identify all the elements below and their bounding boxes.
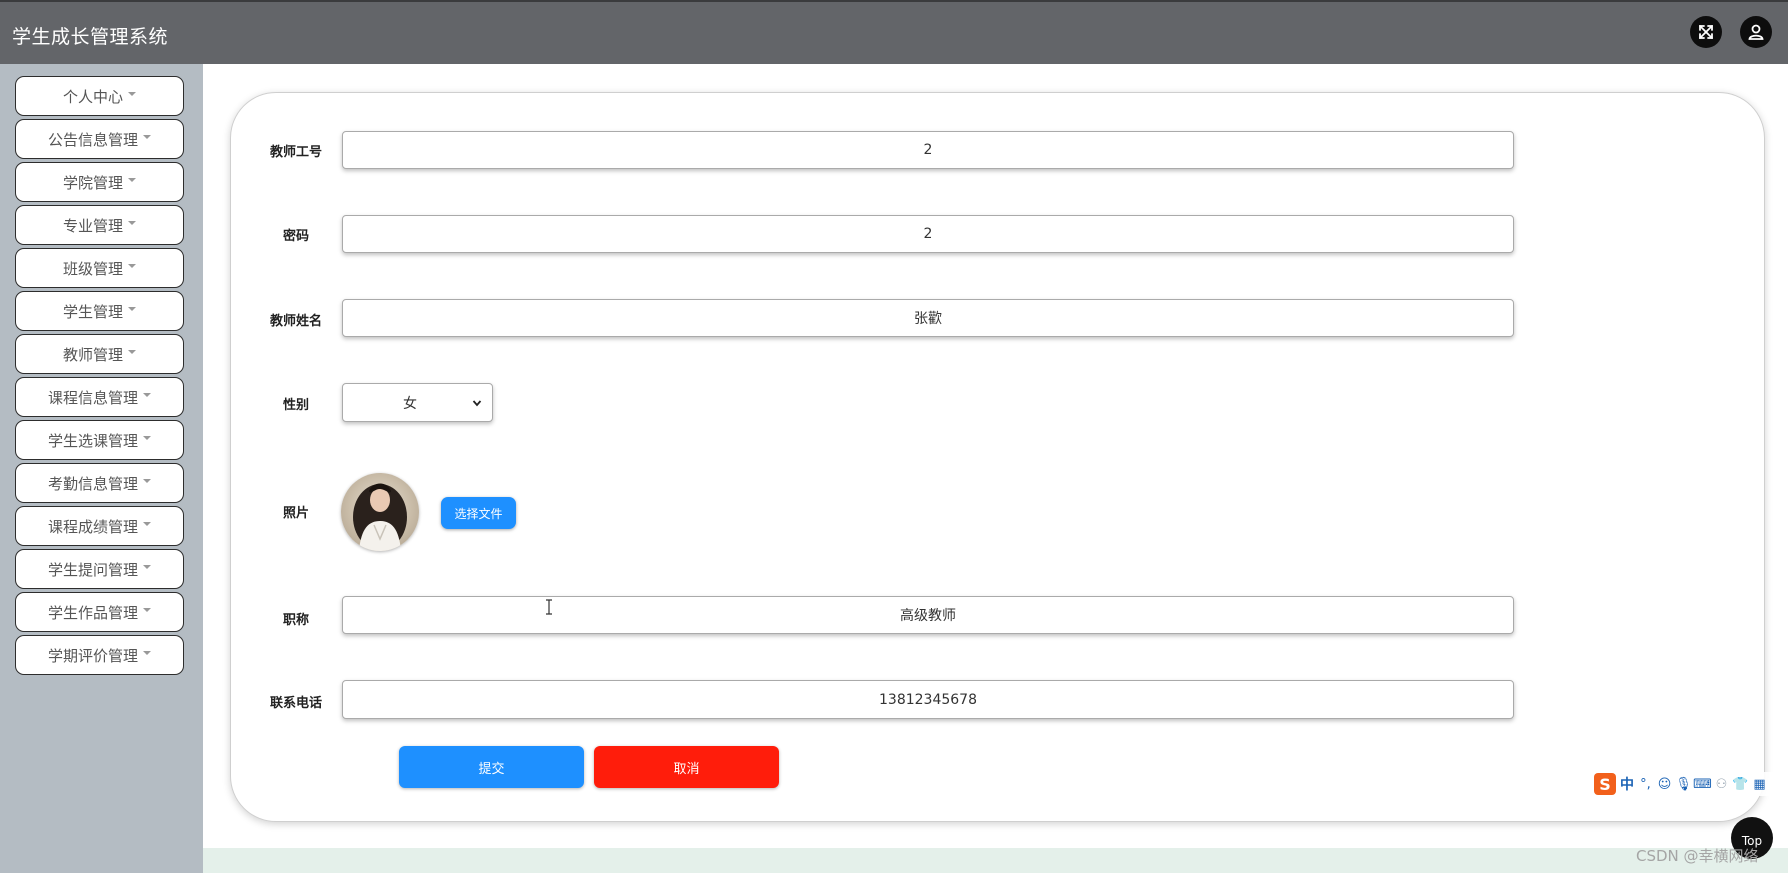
sidebar-item-label: 学期评价管理	[47, 646, 138, 665]
app-title: 学生成长管理系统	[12, 26, 169, 48]
sidebar-item-label: 学生管理	[62, 302, 123, 321]
ime-language-toggle[interactable]: 中	[1620, 774, 1634, 794]
grid-menu-icon[interactable]: ▦	[1752, 777, 1767, 792]
sidebar: 个人中心 公告信息管理 学院管理 专业管理 班级管理 学生管理 教师管理 课程信…	[0, 64, 203, 873]
gender-select[interactable]: 女	[342, 383, 493, 422]
top-header: 学生成长管理系统	[0, 0, 1788, 64]
sidebar-item-evaluations[interactable]: 学期评价管理	[15, 635, 184, 675]
sidebar-item-works[interactable]: 学生作品管理	[15, 592, 184, 632]
caret-down-icon	[143, 436, 151, 440]
password-input[interactable]: 2	[342, 215, 1514, 253]
sidebar-item-label: 教师管理	[62, 345, 123, 364]
sidebar-item-courses[interactable]: 课程信息管理	[15, 377, 184, 417]
sidebar-item-students[interactable]: 学生管理	[15, 291, 184, 331]
phone-label: 联系电话	[269, 696, 322, 711]
caret-down-icon	[143, 651, 151, 655]
sidebar-item-personal-center[interactable]: 个人中心	[15, 76, 184, 116]
skin-icon[interactable]: 👕	[1732, 777, 1748, 792]
footer-strip	[203, 848, 1788, 873]
submit-button[interactable]: 提交	[399, 746, 584, 788]
sidebar-item-majors[interactable]: 专业管理	[15, 205, 184, 245]
caret-down-icon	[143, 565, 151, 569]
caret-down-icon	[128, 221, 136, 225]
chevron-down-icon	[472, 399, 482, 406]
teacher-id-label: 教师工号	[269, 145, 322, 160]
sidebar-item-classes[interactable]: 班级管理	[15, 248, 184, 288]
job-title-input[interactable]: 高级教师	[342, 596, 1514, 634]
ime-toolbar: S 中 °, ☺ 🎙 ⌨ ⚇ 👕 ▦	[1594, 772, 1788, 796]
sidebar-item-questions[interactable]: 学生提问管理	[15, 549, 184, 589]
sidebar-item-attendance[interactable]: 考勤信息管理	[15, 463, 184, 503]
teacher-photo	[341, 473, 419, 551]
user-settings-icon[interactable]: ⚇	[1714, 777, 1729, 792]
sidebar-item-label: 学生提问管理	[47, 560, 138, 579]
caret-down-icon	[143, 479, 151, 483]
text-cursor-icon	[546, 599, 552, 615]
sidebar-item-grades[interactable]: 课程成绩管理	[15, 506, 184, 546]
caret-down-icon	[143, 608, 151, 612]
sidebar-item-announcements[interactable]: 公告信息管理	[15, 119, 184, 159]
sidebar-item-label: 个人中心	[62, 87, 123, 106]
caret-down-icon	[143, 135, 151, 139]
teacher-id-input[interactable]: 2	[342, 131, 1514, 169]
sogou-logo-icon[interactable]: S	[1594, 773, 1616, 795]
caret-down-icon	[128, 264, 136, 268]
sidebar-item-label: 课程信息管理	[47, 388, 138, 407]
sidebar-item-label: 公告信息管理	[47, 130, 138, 149]
teacher-name-input[interactable]: 张歡	[342, 299, 1514, 337]
watermark: CSDN @幸横网络	[1636, 847, 1759, 865]
cancel-button[interactable]: 取消	[594, 746, 779, 788]
gender-selected-value: 女	[403, 395, 417, 412]
sidebar-item-label: 学生作品管理	[47, 603, 138, 622]
emoji-icon[interactable]: ☺	[1657, 777, 1672, 792]
teacher-name-label: 教师姓名	[269, 314, 322, 329]
password-label: 密码	[282, 229, 309, 244]
sidebar-item-label: 考勤信息管理	[47, 474, 138, 493]
job-title-label: 职称	[282, 613, 309, 628]
caret-down-icon	[143, 522, 151, 526]
sidebar-item-teachers[interactable]: 教师管理	[15, 334, 184, 374]
sidebar-item-label: 班级管理	[62, 259, 123, 278]
punctuation-icon[interactable]: °,	[1638, 777, 1653, 792]
caret-down-icon	[143, 393, 151, 397]
sidebar-item-course-selection[interactable]: 学生选课管理	[15, 420, 184, 460]
fullscreen-icon[interactable]	[1690, 16, 1722, 48]
user-icon[interactable]	[1740, 16, 1772, 48]
microphone-icon[interactable]: 🎙	[1675, 777, 1692, 792]
keyboard-icon[interactable]: ⌨	[1693, 777, 1712, 792]
gender-label: 性别	[282, 398, 309, 413]
caret-down-icon	[128, 178, 136, 182]
sidebar-item-label: 课程成绩管理	[47, 517, 138, 536]
caret-down-icon	[128, 350, 136, 354]
caret-down-icon	[128, 92, 136, 96]
sidebar-item-label: 学院管理	[62, 173, 123, 192]
photo-label: 照片	[282, 506, 309, 521]
sidebar-item-label: 专业管理	[62, 216, 123, 235]
phone-input[interactable]: 13812345678	[342, 680, 1514, 719]
sidebar-item-colleges[interactable]: 学院管理	[15, 162, 184, 202]
choose-file-button[interactable]: 选择文件	[441, 497, 516, 529]
caret-down-icon	[128, 307, 136, 311]
sidebar-item-label: 学生选课管理	[47, 431, 138, 450]
